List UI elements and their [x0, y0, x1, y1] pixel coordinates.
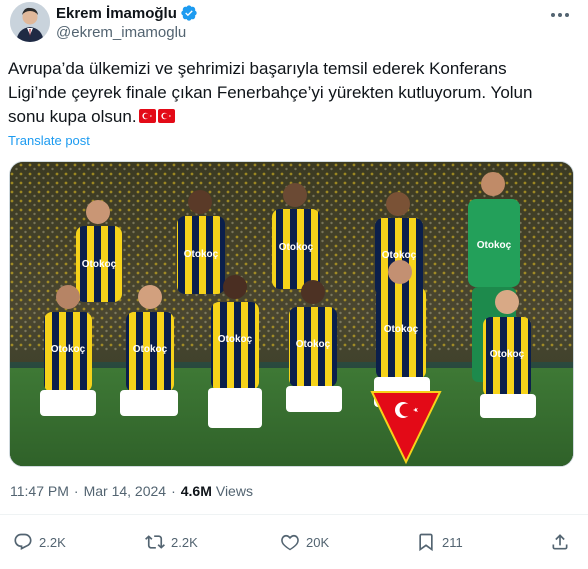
- tweet-header: Ekrem İmamoğlu @ekrem_imamoglu: [10, 2, 578, 46]
- sponsor-text: Otokoç: [382, 250, 417, 261]
- avatar[interactable]: [10, 2, 50, 42]
- turkey-flag-icon: [157, 109, 175, 123]
- more-options-icon[interactable]: [548, 5, 572, 25]
- views-label: Views: [215, 483, 253, 499]
- sponsor-text: Otokoç: [490, 349, 525, 360]
- sponsor-text: Otokoç: [279, 242, 314, 253]
- tweet-media[interactable]: Otokoç Otokoç Otokoç Otokoç Otokoç Otoko…: [9, 161, 574, 467]
- sponsor-text: Otokoç: [51, 344, 86, 355]
- sponsor-text: Otokoç: [477, 240, 512, 251]
- tweet-text-line: Avrupa’da ülkemizi ve şehrimizi başarıyl…: [8, 59, 507, 78]
- tweet-text-line: sonu kupa olsun.: [8, 107, 137, 126]
- reply-button[interactable]: 2.2K: [13, 530, 66, 554]
- heart-icon: [281, 534, 299, 551]
- retweet-button[interactable]: 2.2K: [145, 530, 198, 554]
- share-button[interactable]: [550, 530, 576, 554]
- handle[interactable]: @ekrem_imamoglu: [56, 24, 186, 41]
- team-photo-image: Otokoç Otokoç Otokoç Otokoç Otokoç Otoko…: [10, 162, 573, 466]
- share-icon: [552, 534, 568, 550]
- bookmark-count: 211: [442, 534, 463, 550]
- tweet-meta: 11:47 PM · Mar 14, 2024 · 4.6M Views: [10, 483, 253, 499]
- sponsor-text: Otokoç: [133, 344, 168, 355]
- bookmark-icon: [419, 533, 433, 552]
- sponsor-text: Otokoç: [296, 339, 331, 350]
- verified-badge-icon: [180, 4, 198, 22]
- retweet-count: 2.2K: [171, 534, 198, 550]
- display-name[interactable]: Ekrem İmamoğlu: [56, 5, 177, 22]
- sponsor-text: Otokoç: [218, 334, 253, 345]
- turkey-flag-icon: [138, 109, 156, 123]
- separator-dot: ·: [171, 483, 176, 499]
- tweet-text-line: Ligi’nde çeyrek finale çıkan Fenerbahçe’…: [8, 83, 533, 102]
- bookmark-button[interactable]: 211: [416, 530, 463, 554]
- translate-post-link[interactable]: Translate post: [8, 133, 90, 148]
- sponsor-text: Otokoç: [184, 249, 219, 260]
- like-button[interactable]: 20K: [280, 530, 329, 554]
- views-count[interactable]: 4.6M: [181, 483, 212, 499]
- tweet-text-line-last: sonu kupa olsun.: [8, 105, 568, 129]
- tweet-time[interactable]: 11:47 PM: [10, 483, 69, 499]
- sponsor-text: Otokoç: [384, 324, 419, 335]
- separator-dot: ·: [73, 483, 79, 499]
- reply-icon: [14, 533, 32, 550]
- like-count: 20K: [306, 534, 330, 550]
- tweet-text: Avrupa’da ülkemizi ve şehrimizi başarıyl…: [8, 57, 568, 129]
- reply-count: 2.2K: [39, 534, 66, 550]
- tweet-actions: 2.2K 2.2K 20K 211: [0, 530, 588, 556]
- tweet-date[interactable]: Mar 14, 2024: [84, 483, 167, 499]
- retweet-icon: [145, 535, 165, 549]
- divider: [0, 514, 588, 515]
- sponsor-text: Otokoç: [82, 259, 117, 270]
